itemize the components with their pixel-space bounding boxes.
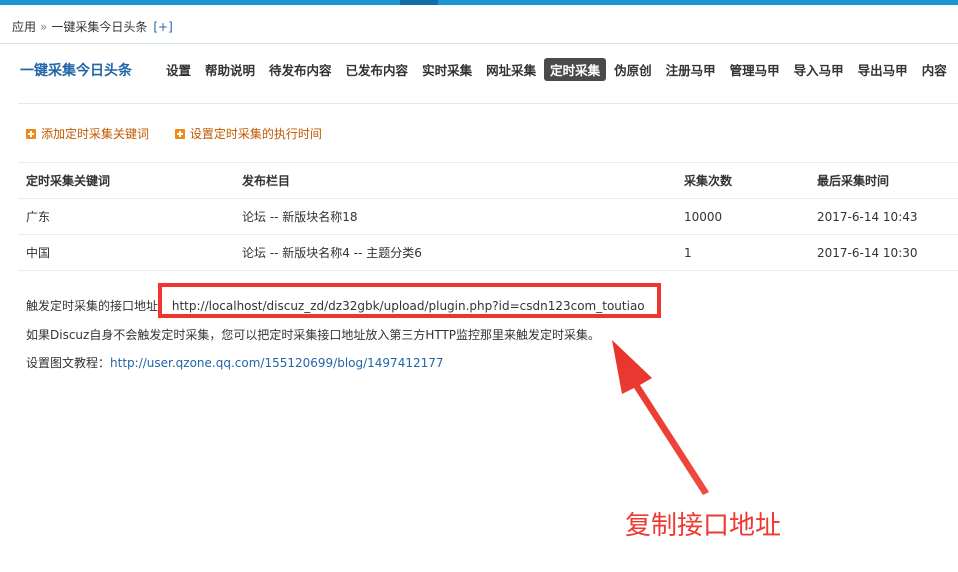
nav-item[interactable]: 网址采集 — [480, 58, 542, 81]
action-bar: 添加定时采集关键词 设置定时采集的执行时间 — [26, 125, 344, 142]
cell-count: 10000 — [676, 198, 809, 235]
nav-item[interactable]: 待发布内容 — [263, 58, 338, 81]
breadcrumb: 应用 » 一键采集今日头条 [+] — [12, 18, 173, 35]
add-keyword-link[interactable]: 添加定时采集关键词 — [26, 125, 149, 142]
scheduled-tasks-table: 定时采集关键词 发布栏目 采集次数 最后采集时间 广东 论坛 -- 新版块名称1… — [18, 162, 958, 271]
plus-icon — [174, 128, 185, 139]
endpoint-label: 触发定时采集的接口地址 — [26, 299, 159, 313]
nav-item[interactable]: 内容 — [916, 58, 953, 81]
trigger-note: 如果Discuz自身不会触发定时采集，您可以把定时采集接口地址放入第三方HTTP… — [26, 328, 601, 342]
plus-icon — [26, 128, 36, 139]
cell-keyword: 广东 — [18, 198, 234, 235]
breadcrumb-add-button[interactable]: [+] — [153, 20, 172, 34]
column-header-keyword: 定时采集关键词 — [18, 162, 234, 199]
set-time-label: 设置定时采集的执行时间 — [189, 127, 322, 141]
nav-item[interactable]: 导出马甲 — [852, 58, 914, 81]
annotation-label: 复制接口地址 — [625, 511, 782, 541]
column-header-count: 采集次数 — [676, 162, 809, 199]
tutorial-row: 设置图文教程：http://user.qzone.qq.com/15512069… — [26, 354, 444, 371]
nav-item[interactable]: 帮助说明 — [199, 58, 261, 81]
cell-keyword: 中国 — [18, 234, 234, 271]
table-row[interactable]: 广东 论坛 -- 新版块名称18 10000 2017-6-14 10:43 — [18, 198, 958, 235]
cell-last-time: 2017-6-14 10:43 — [809, 198, 958, 235]
column-header-last-time: 最后采集时间 — [809, 162, 958, 199]
nav-item[interactable]: 已发布内容 — [340, 58, 415, 81]
cell-count: 1 — [676, 234, 809, 271]
breadcrumb-current[interactable]: 一键采集今日头条 — [51, 20, 147, 34]
cell-category: 论坛 -- 新版块名称18 — [234, 198, 676, 235]
tutorial-label: 设置图文教程： — [26, 356, 111, 370]
table-header-row: 定时采集关键词 发布栏目 采集次数 最后采集时间 — [18, 162, 958, 199]
plugin-nav: 设置 帮助说明 待发布内容 已发布内容 实时采集 网址采集 定时采集 伪原创 注册马甲 管理马甲导… — [160, 58, 955, 81]
tutorial-link[interactable]: http://user.qzone.qq.com/155120699/blog/… — [110, 356, 444, 370]
app-title[interactable]: 一键采集今日头条 — [20, 60, 132, 80]
cell-last-time: 2017-6-14 10:30 — [809, 234, 958, 271]
column-header-category: 发布栏目 — [234, 162, 676, 199]
breadcrumb-bar: 应用 » 一键采集今日头条 [+] — [0, 5, 958, 44]
set-time-link[interactable]: 设置定时采集的执行时间 — [174, 125, 322, 142]
nav-item[interactable]: 定时采集 — [544, 58, 607, 81]
nav-item[interactable]: 导入马甲 — [788, 58, 850, 81]
breadcrumb-root[interactable]: 应用 — [12, 20, 36, 34]
breadcrumb-separator: » — [40, 20, 48, 34]
nav-item[interactable]: 管理马甲 — [724, 58, 786, 81]
nav-item[interactable]: 注册马甲 — [660, 58, 722, 81]
nav-item[interactable]: 实时采集 — [416, 58, 478, 81]
add-keyword-label: 添加定时采集关键词 — [41, 127, 150, 141]
nav-item[interactable]: 伪原创 — [608, 58, 658, 81]
endpoint-highlight-box — [158, 283, 661, 318]
cell-category: 论坛 -- 新版块名称4 -- 主题分类6 — [234, 234, 676, 271]
nav-divider — [18, 103, 958, 104]
nav-item[interactable]: 设置 — [160, 58, 197, 81]
table-row[interactable]: 中国 论坛 -- 新版块名称4 -- 主题分类6 1 2017-6-14 10:… — [18, 234, 958, 271]
